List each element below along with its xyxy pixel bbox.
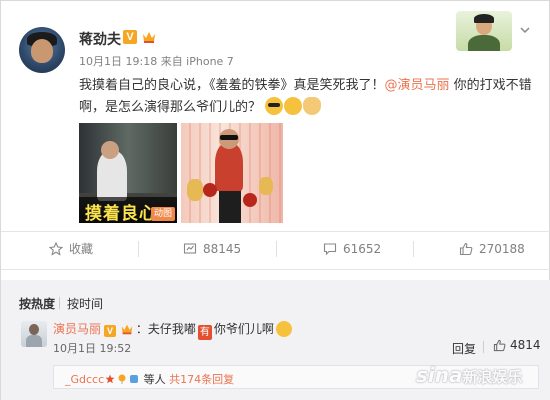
you-badge-icon: 有 — [197, 325, 212, 340]
level-badge-icon — [130, 375, 139, 383]
laugh-emoji-icon — [275, 321, 292, 337]
repost-icon — [183, 243, 197, 254]
like-count: 270188 — [479, 242, 525, 256]
post-image-gif[interactable]: 摸着良心 动图 — [79, 123, 177, 223]
favorite-label: 收藏 — [69, 242, 94, 256]
commenter-avatar[interactable] — [21, 321, 47, 347]
sub-reply-count[interactable]: 共174条回复 — [169, 373, 234, 386]
weibo-post-card: 蒋劲夫 V 10月1日 19:18 来自 iPhone 7 我摸着自己的良心说，… — [0, 0, 550, 400]
comment-body: ：夫仔我嘟 — [135, 322, 196, 336]
comment-action-separator — [483, 341, 484, 353]
sina-logo: sina — [416, 363, 463, 387]
sort-by-hot-tab[interactable]: 按热度 — [19, 295, 55, 312]
cool-emoji-icon — [265, 97, 284, 115]
author-avatar[interactable] — [19, 27, 65, 73]
cat-emoji-icon — [303, 97, 322, 115]
sub-replies-summary[interactable]: _Gdccc 等人 共174条回复 — [65, 371, 234, 387]
verified-badge-icon: V — [104, 325, 117, 337]
comment-like-count: 4814 — [510, 338, 541, 352]
reply-button[interactable]: 回复 — [452, 340, 476, 357]
comment-icon — [323, 243, 337, 256]
chevron-down-icon[interactable] — [520, 25, 530, 35]
sub-replier-name[interactable]: _Gdccc — [65, 373, 104, 386]
comment-body-tail: 你爷们儿啊 — [213, 322, 274, 336]
vip-badge-icon — [121, 324, 133, 335]
sina-watermark: sina新浪娱乐 — [416, 363, 523, 387]
star-badge-icon — [105, 374, 115, 384]
thumbs-up-icon — [493, 339, 506, 351]
comment-text: 演员马丽 V ：夫仔我嘟有你爷们儿啊 — [53, 320, 292, 340]
mention-link[interactable]: @演员马丽 — [385, 78, 450, 93]
star-icon — [49, 242, 63, 256]
gif-caption: 摸着良心 — [85, 204, 157, 223]
vip-badge-icon — [143, 32, 155, 43]
favorite-button[interactable]: 收藏 — [49, 239, 93, 259]
post-meta: 10月1日 19:18 来自 iPhone 7 — [79, 55, 234, 68]
action-separator — [276, 241, 277, 257]
post-text-body: 我摸着自己的良心说，《羞羞的铁拳》真是笑死我了！ — [79, 78, 385, 93]
verified-badge-icon: V — [123, 30, 137, 44]
sub-reply-text: 等人 — [140, 373, 170, 386]
action-divider-top — [1, 231, 550, 232]
smile-emoji-icon — [284, 97, 303, 115]
comment-count: 61652 — [343, 242, 382, 256]
author-name[interactable]: 蒋劲夫 — [79, 29, 121, 49]
gif-badge: 动图 — [151, 207, 175, 221]
comment-button[interactable]: 61652 — [323, 239, 381, 259]
comment-like-button[interactable]: 4814 — [493, 338, 541, 352]
action-divider-bottom — [1, 269, 550, 270]
sort-by-time-tab[interactable]: 按时间 — [67, 295, 103, 312]
post-text: 我摸着自己的良心说，《羞羞的铁拳》真是笑死我了！@演员马丽 你的打戏不错啊，是怎… — [79, 75, 539, 119]
profile-thumbnail[interactable] — [456, 11, 512, 51]
repost-count: 88145 — [203, 242, 242, 256]
post-image[interactable] — [181, 123, 283, 223]
sina-ent-label: 新浪娱乐 — [462, 368, 523, 386]
thumbs-up-icon — [459, 242, 473, 256]
action-separator — [413, 241, 414, 257]
comment-date: 10月1日 19:52 — [53, 342, 132, 355]
like-button[interactable]: 270188 — [459, 239, 525, 259]
balloon-icon — [118, 374, 126, 384]
commenter-name[interactable]: 演员马丽 — [53, 322, 101, 336]
sort-separator — [59, 297, 60, 309]
action-separator — [138, 241, 139, 257]
repost-button[interactable]: 88145 — [183, 239, 241, 259]
